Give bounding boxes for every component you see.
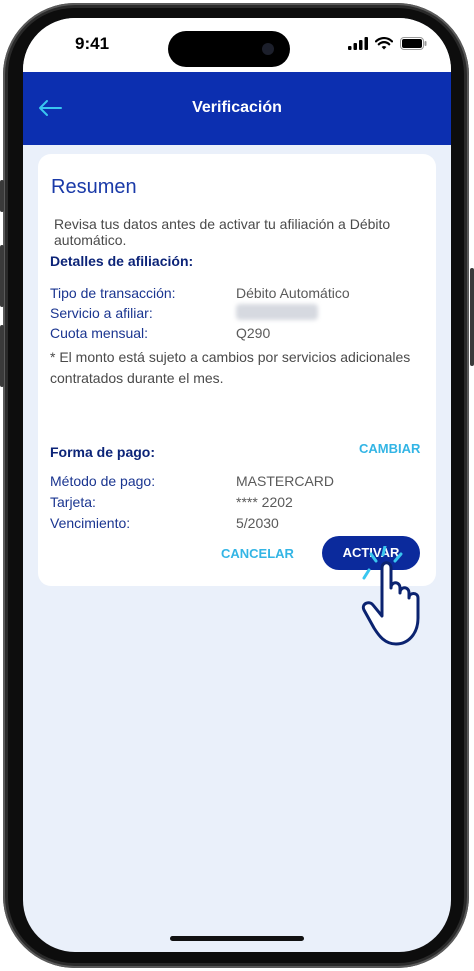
pointing-hand-icon [361,546,420,646]
details-heading: Detalles de afiliación: [50,253,194,269]
volume-down-button [0,325,4,387]
payment-label-card: Tarjeta: [50,494,96,510]
app-bar-title: Verificación [192,99,282,116]
disclaimer-note: * El monto está sujeto a cambios por ser… [50,349,411,386]
mute-switch [0,180,4,212]
status-icons [348,37,427,50]
payment-value-expiry: 5/2030 [236,515,279,531]
app-bar: Verificación [23,72,451,145]
screen: 9:41 Verificación Resumen Revisa tus dat… [23,18,451,952]
detail-label-transaction-type: Tipo de transacción: [50,285,176,301]
change-payment-button[interactable]: CAMBIAR [359,441,420,456]
detail-label-monthly-fee: Cuota mensual: [50,325,149,341]
camera-icon [262,43,274,55]
summary-card: Resumen Revisa tus datos antes de activa… [38,154,436,586]
battery-icon [400,37,427,50]
card-title: Resumen [51,176,137,198]
status-bar: 9:41 [23,18,451,72]
detail-value-monthly-fee: Q290 [236,325,271,341]
home-indicator[interactable] [170,936,304,941]
payment-heading: Forma de pago: [50,444,156,460]
cellular-signal-icon [348,37,368,50]
dynamic-island [168,31,290,67]
power-button [470,268,474,366]
detail-label-service: Servicio a afiliar: [50,305,153,321]
volume-up-button [0,245,4,307]
wifi-icon [375,37,393,50]
intro-text: Revisa tus datos antes de activar tu afi… [54,216,391,248]
payment-label-expiry: Vencimiento: [50,515,131,531]
payment-label-method: Método de pago: [50,473,156,489]
status-time: 9:41 [75,34,110,53]
redacted-service-value [236,304,318,320]
payment-value-card: **** 2202 [236,494,293,510]
cancel-button[interactable]: CANCELAR [221,546,294,561]
detail-value-transaction-type: Débito Automático [236,285,350,301]
payment-value-method: MASTERCARD [236,473,335,489]
